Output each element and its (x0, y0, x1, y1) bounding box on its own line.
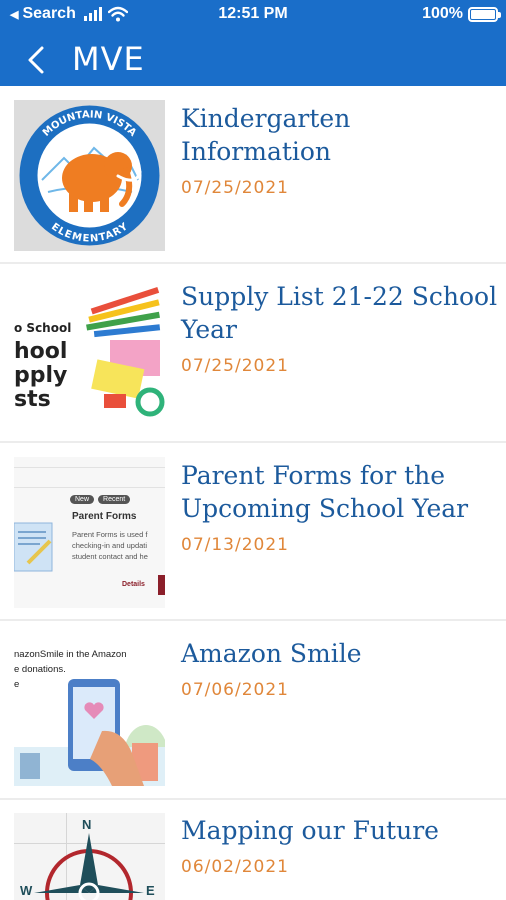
nav-bar: MVE (0, 36, 506, 82)
phone-heart-illustration-icon (14, 679, 165, 786)
thumb-heading: Parent Forms (72, 511, 137, 522)
list-item-date: 07/06/2021 (181, 680, 289, 700)
list-item-text: Amazon Smile 07/06/2021 (181, 637, 501, 700)
compass-letter: E (146, 883, 155, 898)
compass-letter: W (20, 883, 33, 898)
battery-status: 100% (422, 5, 501, 23)
list-item-text: Mapping our Future 06/02/2021 (181, 814, 501, 877)
list-item-date: 07/13/2021 (181, 535, 289, 555)
mountain-vista-logo-icon: MOUNTAIN VISTA ELEMENTARY (19, 105, 160, 246)
thumb-body-line: Parent Forms is used f (72, 530, 148, 539)
back-button[interactable] (18, 40, 58, 80)
thumb-body-line: student contact and he (72, 552, 148, 561)
list-item[interactable]: MOUNTAIN VISTA ELEMENTARY Kindergarten I… (0, 86, 506, 264)
thumbnail-compass: N W E (14, 813, 165, 900)
list-item[interactable]: New Recent Parent Forms Parent Forms is … (0, 443, 506, 621)
list-item-title: Amazon Smile (181, 639, 362, 668)
list-item-text: Parent Forms for the Upcoming School Yea… (181, 459, 501, 555)
thumb-link: Details (122, 581, 145, 588)
list-item-title: Parent Forms for the Upcoming School Yea… (181, 461, 469, 523)
compass-letter: N (82, 817, 92, 832)
school-supplies-icon (86, 287, 165, 417)
list-item-date: 06/02/2021 (181, 857, 289, 877)
list-item[interactable]: N W E Mapping our Future 06/02/2021 (0, 800, 506, 900)
thumbnail-parent-forms: New Recent Parent Forms Parent Forms is … (14, 457, 165, 608)
list-item-date: 07/25/2021 (181, 356, 289, 376)
page-title: MVE (72, 40, 145, 78)
list-item-text: Supply List 21-22 School Year 07/25/2021 (181, 280, 501, 376)
list-item-title: Supply List 21-22 School Year (181, 282, 498, 344)
list-item-text: Kindergarten Information 07/25/2021 (181, 102, 501, 198)
thumb-body-line: checking-in and updati (72, 541, 148, 550)
thumb-chip: New (70, 495, 95, 504)
thumb-chip: Recent (98, 495, 131, 504)
thumbnail-supply-list: o School hool pply sts (14, 278, 165, 429)
list-item[interactable]: nazonSmile in the Amazon e donations. e … (0, 621, 506, 800)
thumbnail-school-logo: MOUNTAIN VISTA ELEMENTARY (14, 100, 165, 251)
battery-percent: 100% (422, 5, 463, 22)
list-item-date: 07/25/2021 (181, 178, 289, 198)
battery-icon (468, 6, 501, 22)
list-item-title: Mapping our Future (181, 816, 439, 845)
list-item-title: Kindergarten Information (181, 104, 351, 166)
status-bar: ◀ Search 12:51 PM 100% (0, 0, 506, 30)
list-item[interactable]: o School hool pply sts Supply List 21-22… (0, 264, 506, 443)
chevron-left-icon (28, 46, 44, 74)
document-icon (14, 522, 53, 572)
app-header: ◀ Search 12:51 PM 100% MVE (0, 0, 506, 86)
thumbnail-amazon-smile: nazonSmile in the Amazon e donations. e (14, 635, 165, 786)
